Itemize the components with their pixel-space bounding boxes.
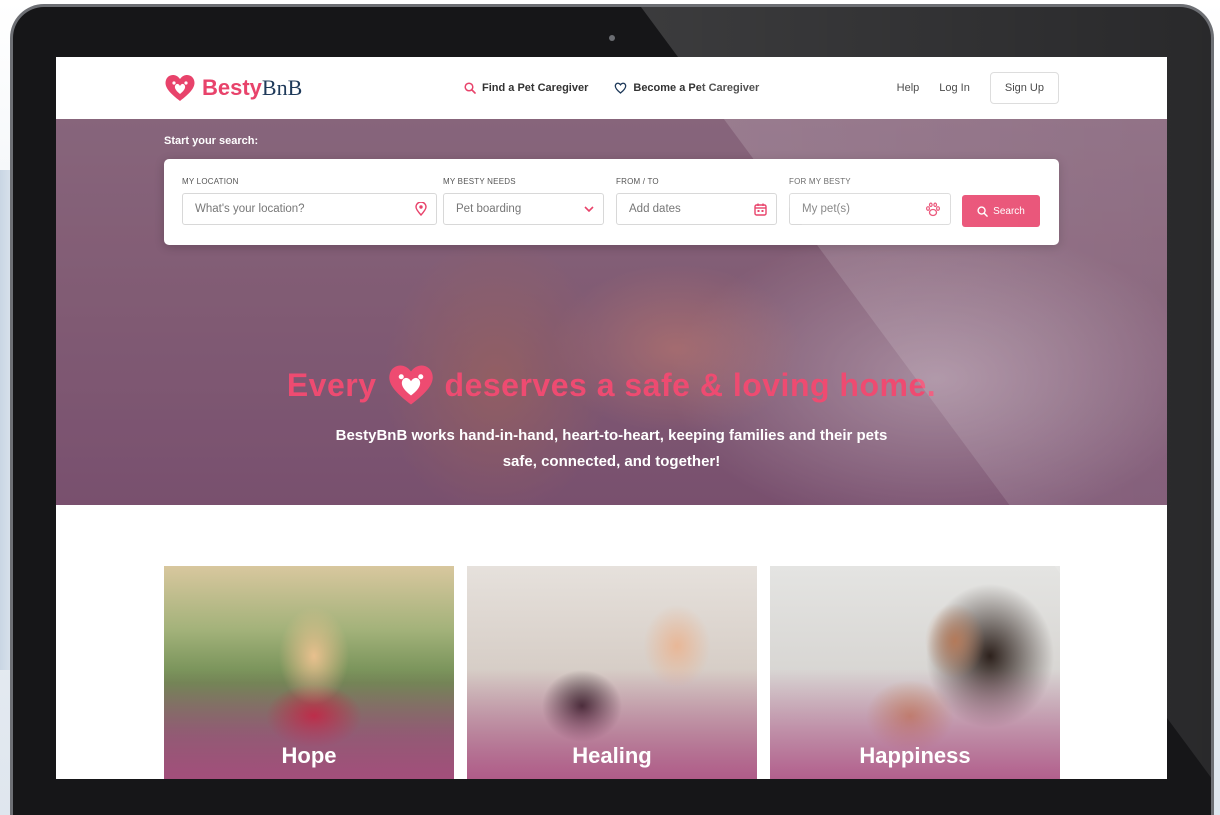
pets-placeholder: My pet(s): [802, 203, 850, 215]
become-caregiver-link[interactable]: Become a Pet Caregiver: [614, 82, 759, 94]
needs-value: Pet boarding: [456, 203, 522, 215]
healing-card[interactable]: Healing: [467, 566, 757, 779]
location-placeholder: What's your location?: [195, 203, 305, 215]
search-icon: [977, 205, 988, 217]
pets-input[interactable]: My pet(s): [789, 193, 951, 225]
pets-label: FOR MY BESTY: [789, 177, 851, 186]
heart-paw-logo-icon: [165, 74, 195, 101]
become-caregiver-label: Become a Pet Caregiver: [633, 82, 760, 94]
webcam: [609, 35, 615, 41]
hope-card[interactable]: Hope: [164, 566, 454, 779]
map-pin-icon: [415, 202, 427, 216]
search-button[interactable]: Search: [962, 195, 1040, 227]
healing-card-label: Healing: [572, 743, 652, 768]
find-caregiver-label: Find a Pet Caregiver: [482, 82, 589, 94]
pets-field: FOR MY BESTY My pet(s): [789, 177, 951, 225]
headline-start: Every: [286, 366, 377, 403]
dates-field: FROM / TO Add dates: [616, 177, 777, 225]
subheadline-line-2: safe, connected, and together!: [502, 453, 721, 470]
website-screen: BestyBnB Find a Pet Caregiver Become a P…: [56, 57, 1167, 779]
hero-headline: Every deserves a safe & loving home.: [56, 364, 1167, 406]
find-caregiver-link[interactable]: Find a Pet Caregiver: [464, 82, 588, 94]
hope-card-label: Hope: [281, 743, 337, 768]
dates-input[interactable]: Add dates: [616, 193, 777, 225]
brand-name-primary: Besty: [202, 75, 262, 100]
heart-outline-icon: [615, 82, 627, 94]
needs-label: MY BESTY NEEDS: [443, 177, 516, 186]
location-label: MY LOCATION: [182, 177, 239, 186]
search-panel: MY LOCATION What's your location? MY BES…: [164, 159, 1059, 245]
brand-name-secondary: BnB: [261, 75, 303, 100]
location-input[interactable]: What's your location?: [182, 193, 437, 225]
account-nav: Help Log In Sign Up: [897, 72, 1059, 104]
heart-paw-icon: [388, 365, 433, 405]
brand-logo[interactable]: BestyBnB: [164, 74, 302, 102]
dates-label: FROM / TO: [616, 177, 659, 186]
needs-field: MY BESTY NEEDS Pet boarding: [443, 177, 604, 225]
top-navbar: BestyBnB Find a Pet Caregiver Become a P…: [56, 57, 1167, 119]
headline-end: deserves a safe & loving home.: [444, 366, 937, 403]
needs-select[interactable]: Pet boarding: [443, 193, 604, 225]
value-cards: Hope Healing Happiness: [164, 566, 1060, 779]
primary-nav: Find a Pet Caregiver Become a Pet Caregi…: [464, 82, 759, 94]
brand-name: BestyBnB: [202, 75, 302, 101]
search-button-label: Search: [993, 205, 1025, 217]
location-field: MY LOCATION What's your location?: [182, 177, 437, 225]
happiness-card-label: Happiness: [859, 743, 971, 768]
subheadline-line-1: BestyBnB works hand-in-hand, heart-to-he…: [335, 427, 888, 444]
login-link[interactable]: Log In: [939, 82, 970, 94]
calendar-icon: [754, 203, 767, 216]
signup-button[interactable]: Sign Up: [989, 72, 1059, 104]
laptop-frame: BestyBnB Find a Pet Caregiver Become a P…: [10, 4, 1214, 815]
paw-print-icon: [926, 201, 941, 216]
chevron-down-icon: [584, 206, 594, 212]
happiness-card[interactable]: Happiness: [770, 566, 1060, 779]
search-icon: [464, 82, 476, 94]
hero-subheadline: BestyBnB works hand-in-hand, heart-to-he…: [56, 423, 1167, 475]
help-link[interactable]: Help: [897, 82, 920, 94]
dates-placeholder: Add dates: [629, 203, 681, 215]
hero-banner: Start your search: MY LOCATION What's yo…: [56, 119, 1167, 505]
search-heading: Start your search:: [164, 135, 259, 147]
